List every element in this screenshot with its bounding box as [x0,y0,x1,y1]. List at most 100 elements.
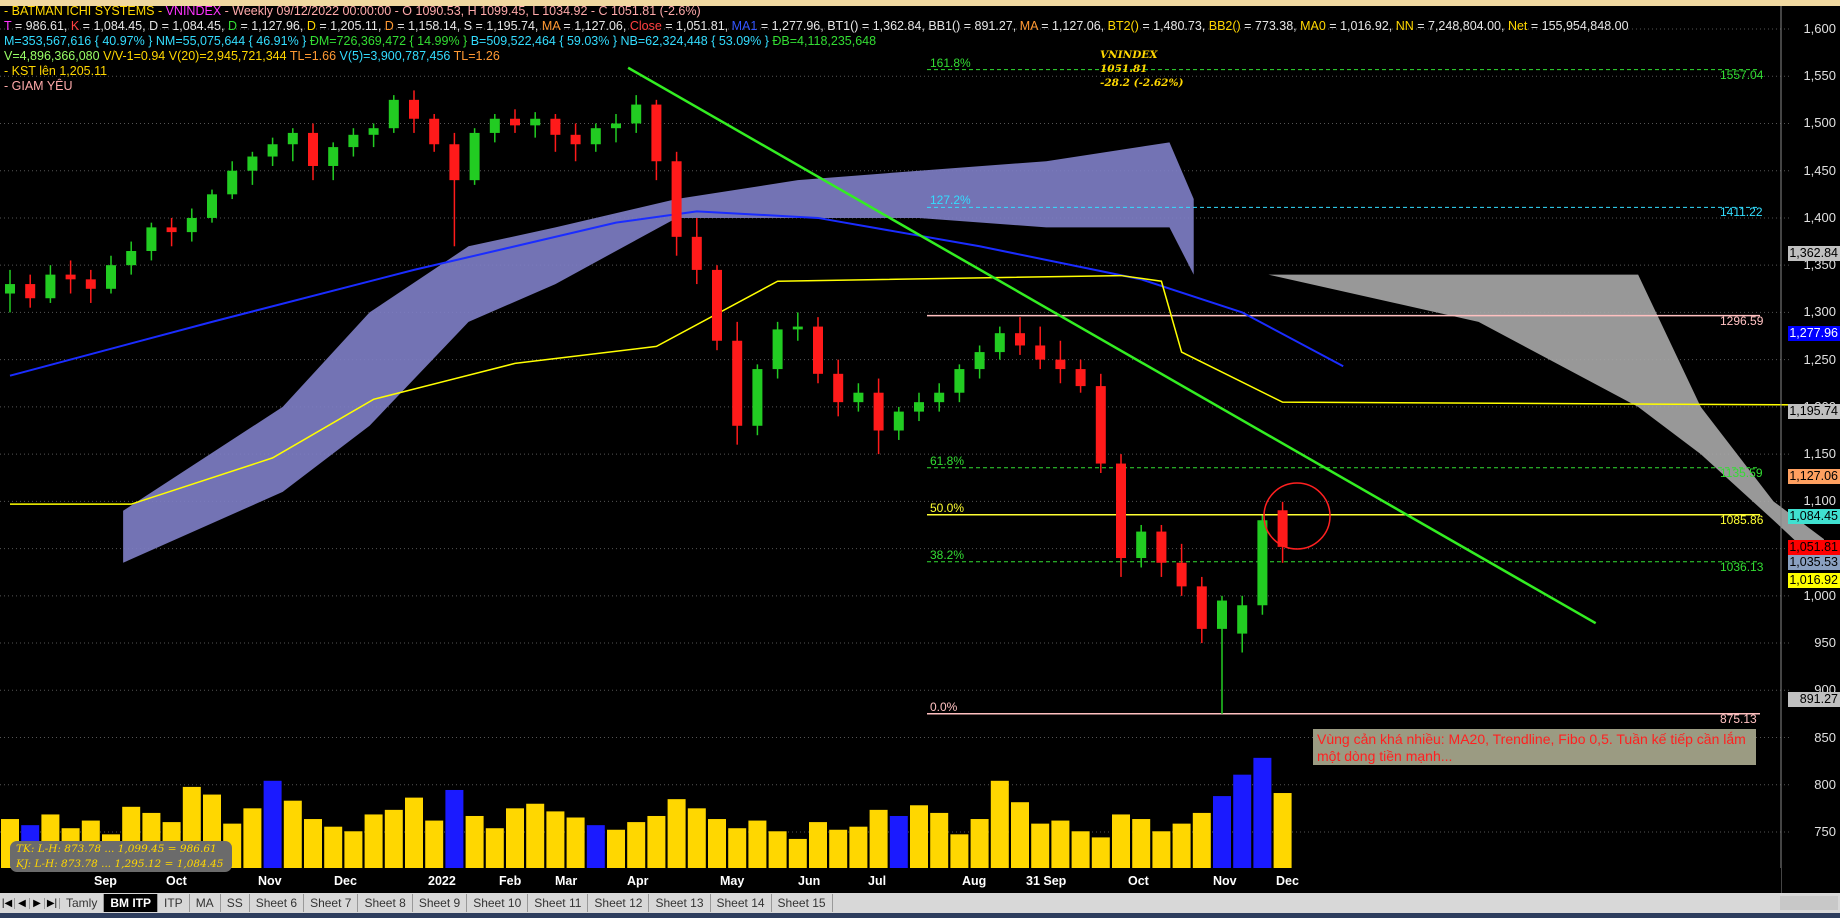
candle-up [1136,531,1147,559]
price-tag: 1,051.81 [1788,539,1840,555]
kijun-text: KJ: L-H: 873.78 ... 1,295.12 = 1,084.45 [16,858,224,870]
volume-bar [1213,796,1231,868]
candle-down [873,392,884,431]
price-tag: 1,016.92 [1788,572,1840,588]
vnindex-price: 1051.81 [1100,63,1148,75]
indicator-key: BB1() [928,19,961,33]
volume-bar [1132,819,1151,868]
resistance-circle [1263,482,1331,550]
volume-bar [930,812,949,868]
sheet-tab[interactable]: ITP [158,894,190,912]
candle-up [328,147,339,166]
ichimoku-cloud [123,142,1194,563]
candle-up [994,333,1005,353]
price-chart[interactable] [0,0,1840,918]
volume-bar [768,831,787,868]
x-tick-label: Sep [94,874,117,888]
volume-bar [748,820,767,868]
volume-bar [1273,793,1292,868]
candle-down [732,340,743,426]
sheet-tab[interactable]: Sheet 14 [711,894,772,912]
candle-down [1116,463,1126,559]
sheet-tab[interactable]: SS [221,894,250,912]
horizontal-scrollbar[interactable] [1780,896,1838,910]
fib-level-label: 0.0% [930,699,958,714]
volume-bar [384,809,403,868]
y-tick-label: 1,550 [1803,68,1836,84]
indicator-value: = 1,084.45, [158,19,228,33]
candle-up [792,326,803,330]
candle-up [489,118,500,133]
header-volume: V=4,896,366,080 V/V-1=0.94 V(20)=2,945,7… [4,49,500,63]
candle-down [671,161,682,237]
first-sheet-button[interactable]: |◀ [0,897,15,909]
sheet-tab[interactable]: Sheet 9 [413,894,468,912]
sheet-tab[interactable]: Sheet 7 [304,894,359,912]
candle-up [267,144,278,157]
candle-up [914,402,924,412]
fib-level-value: 1036.13 [1720,559,1764,574]
sheet-tab[interactable]: MA [190,894,221,912]
candle-up [348,134,359,148]
sheet-tab[interactable]: Tamly [60,894,105,912]
money-flow-item: B=509,522,464 { 59.03% } [470,34,621,48]
y-tick-label: 1,300 [1803,304,1836,320]
y-tick-label: 800 [1814,776,1836,792]
candle-up [368,128,379,135]
last-sheet-button[interactable]: ▶| [45,897,60,909]
next-sheet-button[interactable]: ▶ [30,897,45,909]
volume-stat: V=4,896,366,080 [4,49,104,63]
indicator-key: BT2() [1107,19,1139,33]
prev-sheet-button[interactable]: ◀ [15,897,30,909]
candle-up [530,118,541,126]
y-tick-label: 750 [1814,823,1836,839]
candle-up [5,284,15,294]
indicator-value: = 1,480.73, [1138,19,1209,33]
candle-up [207,194,217,218]
sheet-tab[interactable]: Sheet 12 [588,894,650,912]
candle-up [106,265,116,289]
candle-down [833,373,844,403]
volume-bar [485,828,504,868]
money-flow-item: NB=62,324,448 { 53.09% } [620,34,773,48]
volume-bar [708,819,726,868]
candle-down [429,118,440,145]
volume-bar [586,825,605,868]
indicator-value: = 1,195.74, [472,19,542,33]
candle-up [1237,605,1248,634]
indicator-key: BB2() [1208,19,1241,33]
candle-down [409,99,419,119]
volume-bar [344,831,363,868]
indicator-key: D [384,19,394,33]
x-tick-label: 2022 [428,874,456,888]
sheet-tab[interactable]: Sheet 15 [772,894,833,912]
sheet-tab[interactable]: Sheet 11 [528,894,589,912]
annotation-note[interactable]: Vùng cản khá nhiều: MA20, Trendline, Fib… [1313,729,1756,765]
indicator-value: = 1,205.11, [315,19,385,33]
candle-up [590,128,601,145]
candle-up [388,99,399,129]
candle-down [813,326,823,374]
candle-up [974,352,985,370]
sheet-tab[interactable]: Sheet 10 [467,894,529,912]
sheet-tab[interactable]: Sheet 6 [250,894,305,912]
candle-down [1277,510,1288,547]
candle-down [1196,586,1207,629]
x-tick-label: Jun [798,874,821,888]
candle-up [126,251,137,266]
indicator-key: K [70,19,80,33]
sheet-tab[interactable]: BM ITP [104,894,159,912]
candle-down [1075,369,1086,387]
candle-down [1176,562,1187,587]
volume-bar [546,811,565,868]
candle-down [691,236,702,270]
sheet-tab[interactable]: Sheet 13 [649,894,711,912]
candle-down [1095,386,1106,464]
fib-level-value: 875.13 [1720,711,1757,726]
volume-bar [1091,837,1110,868]
volume-bar [1031,823,1050,868]
money-flow-item: NM=55,075,644 { 46.91% } [155,34,310,48]
sheet-tab[interactable]: Sheet 8 [358,894,413,912]
indicator-key: MA0 [1300,19,1326,33]
volume-bar [869,809,888,868]
